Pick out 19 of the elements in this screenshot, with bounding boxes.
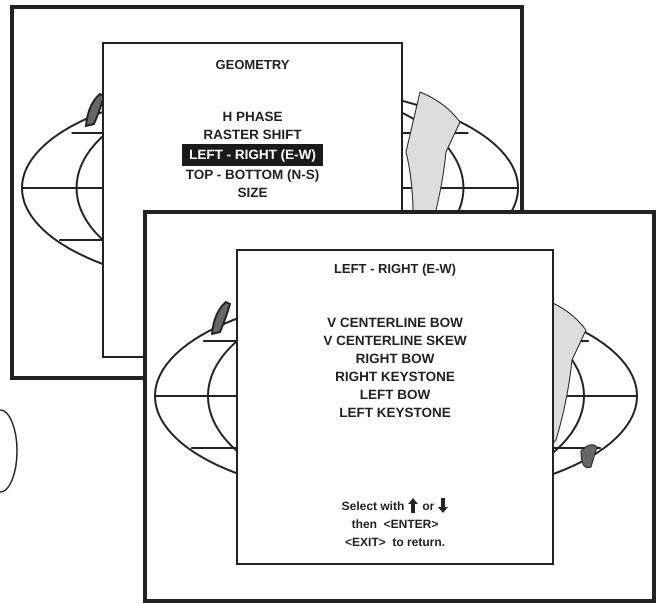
menu-item[interactable]: LEFT KEYSTONE — [332, 404, 458, 422]
menu-item[interactable]: LEFT BOW — [352, 386, 438, 404]
menu-item[interactable]: V CENTERLINE SKEW — [316, 332, 474, 350]
menu-item[interactable]: H PHASE — [215, 108, 290, 126]
menu-item[interactable]: LEFT - RIGHT (E-W) — [182, 144, 323, 166]
menu-item[interactable]: SIZE — [230, 184, 274, 202]
menu-item[interactable]: V CENTERLINE BOW — [320, 314, 470, 332]
menu-item[interactable]: RASTER SHIFT — [196, 126, 309, 144]
menu-title: GEOMETRY — [216, 56, 290, 74]
hint-text: Select with — [342, 498, 404, 515]
menu-item[interactable]: RIGHT KEYSTONE — [328, 368, 462, 386]
hint-text: <EXIT> to return. — [344, 534, 446, 551]
menu-title: LEFT - RIGHT (E-W) — [334, 260, 456, 278]
hint-text: or — [422, 498, 434, 515]
down-arrow-icon — [438, 498, 448, 513]
up-arrow-icon — [408, 498, 418, 513]
menu-item[interactable]: TOP - BOTTOM (N-S) — [178, 166, 326, 184]
hint-text: then <ENTER> — [352, 516, 438, 533]
menu-item[interactable]: RIGHT BOW — [348, 350, 442, 368]
